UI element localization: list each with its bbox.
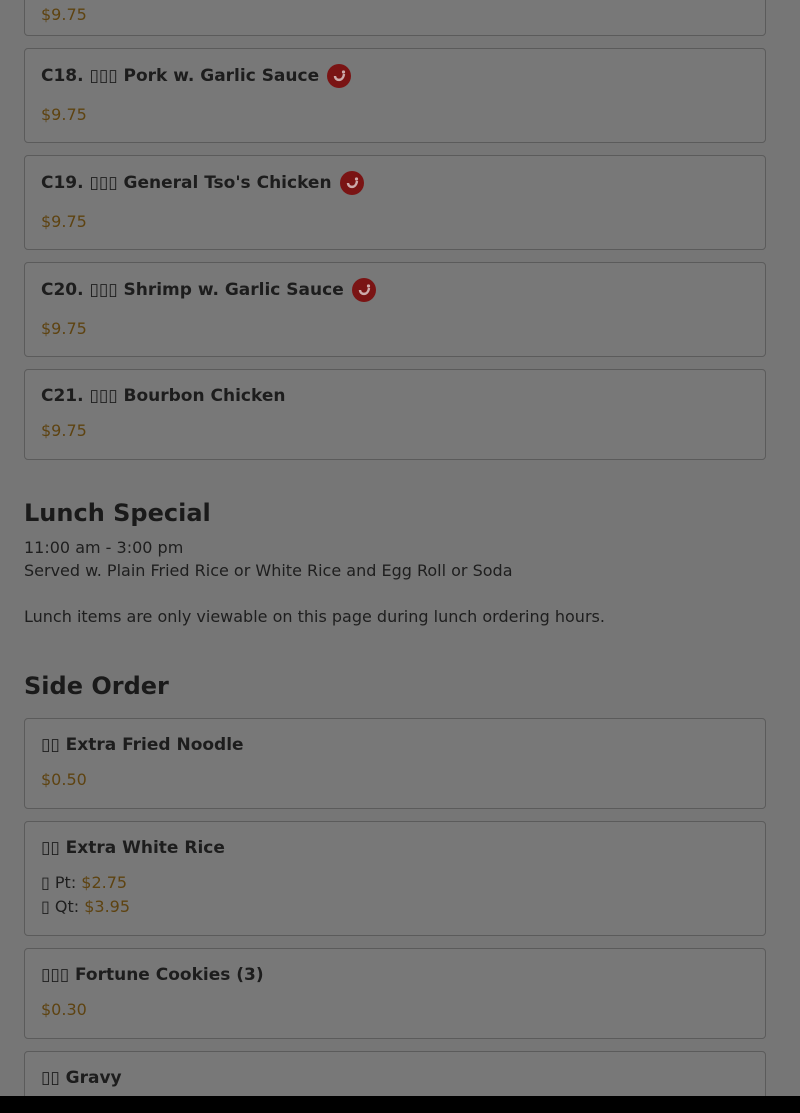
menu-item-card-white-rice[interactable]: ▯▯ Extra White Rice ▯ Pt: $2.75 ▯ Qt: $3… — [24, 821, 766, 936]
chili-pepper-icon — [327, 64, 352, 88]
item-title-row: ▯▯ Extra White Rice — [41, 838, 225, 858]
menu-item-card-c18[interactable]: C18. ▯▯▯ Pork w. Garlic Sauce $9.75 — [24, 48, 766, 143]
menu-item-card-gravy[interactable]: ▯▯ Gravy — [24, 1051, 766, 1096]
item-title-row: ▯▯ Gravy — [41, 1068, 122, 1088]
item-price: $9.75 — [41, 5, 87, 24]
menu-item-card-fortune-cookies[interactable]: ▯▯▯ Fortune Cookies (3) $0.30 — [24, 948, 766, 1039]
menu-item-card-c19[interactable]: C19. ▯▯▯ General Tso's Chicken $9.75 — [24, 155, 766, 250]
menu-item-card-c20[interactable]: C20. ▯▯▯ Shrimp w. Garlic Sauce $9.75 — [24, 262, 766, 357]
section-title-lunch: Lunch Special — [24, 499, 211, 527]
item-title: C20. ▯▯▯ Shrimp w. Garlic Sauce — [41, 280, 344, 300]
item-title: ▯▯ Extra White Rice — [41, 838, 225, 858]
item-price: $0.50 — [41, 770, 87, 789]
item-title-row: C19. ▯▯▯ General Tso's Chicken — [41, 171, 364, 195]
size-price: $2.75 — [81, 873, 128, 892]
item-title: ▯▯▯ Fortune Cookies (3) — [41, 965, 264, 985]
menu-page: $9.75 C18. ▯▯▯ Pork w. Garlic Sauce $9.7… — [0, 0, 800, 1096]
chili-pepper-icon — [351, 278, 376, 302]
item-title-row: ▯▯ Extra Fried Noodle — [41, 735, 244, 755]
lunch-served-note: Served w. Plain Fried Rice or White Rice… — [24, 561, 513, 580]
chili-pepper-icon — [339, 171, 364, 195]
size-option-pint: ▯ Pt: $2.75 — [41, 873, 127, 892]
size-option-quart: ▯ Qt: $3.95 — [41, 897, 130, 916]
menu-item-card-c21[interactable]: C21. ▯▯▯ Bourbon Chicken $9.75 — [24, 369, 766, 460]
item-title: ▯▯ Gravy — [41, 1068, 122, 1088]
lunch-hours: 11:00 am - 3:00 pm — [24, 538, 184, 557]
item-title-row: ▯▯▯ Fortune Cookies (3) — [41, 965, 264, 985]
item-price: $9.75 — [41, 421, 87, 440]
section-title-side: Side Order — [24, 672, 169, 700]
item-title-row: C20. ▯▯▯ Shrimp w. Garlic Sauce — [41, 278, 376, 302]
item-title: C19. ▯▯▯ General Tso's Chicken — [41, 173, 332, 193]
menu-item-card-fried-noodle[interactable]: ▯▯ Extra Fried Noodle $0.50 — [24, 718, 766, 809]
item-price: $9.75 — [41, 212, 87, 231]
bottom-bar — [0, 1096, 800, 1113]
item-title-row: C21. ▯▯▯ Bourbon Chicken — [41, 386, 285, 406]
item-title: ▯▯ Extra Fried Noodle — [41, 735, 244, 755]
menu-item-card[interactable]: $9.75 — [24, 0, 766, 36]
item-price: $9.75 — [41, 319, 87, 338]
size-price: $3.95 — [84, 897, 131, 916]
item-price: $0.30 — [41, 1000, 87, 1019]
size-label: ▯ Qt: — [41, 897, 85, 916]
lunch-availability-note: Lunch items are only viewable on this pa… — [24, 607, 605, 626]
item-price: $9.75 — [41, 105, 87, 124]
item-title-row: C18. ▯▯▯ Pork w. Garlic Sauce — [41, 64, 352, 88]
item-title: C18. ▯▯▯ Pork w. Garlic Sauce — [41, 66, 320, 86]
size-label: ▯ Pt: — [41, 873, 82, 892]
item-title: C21. ▯▯▯ Bourbon Chicken — [41, 386, 286, 406]
